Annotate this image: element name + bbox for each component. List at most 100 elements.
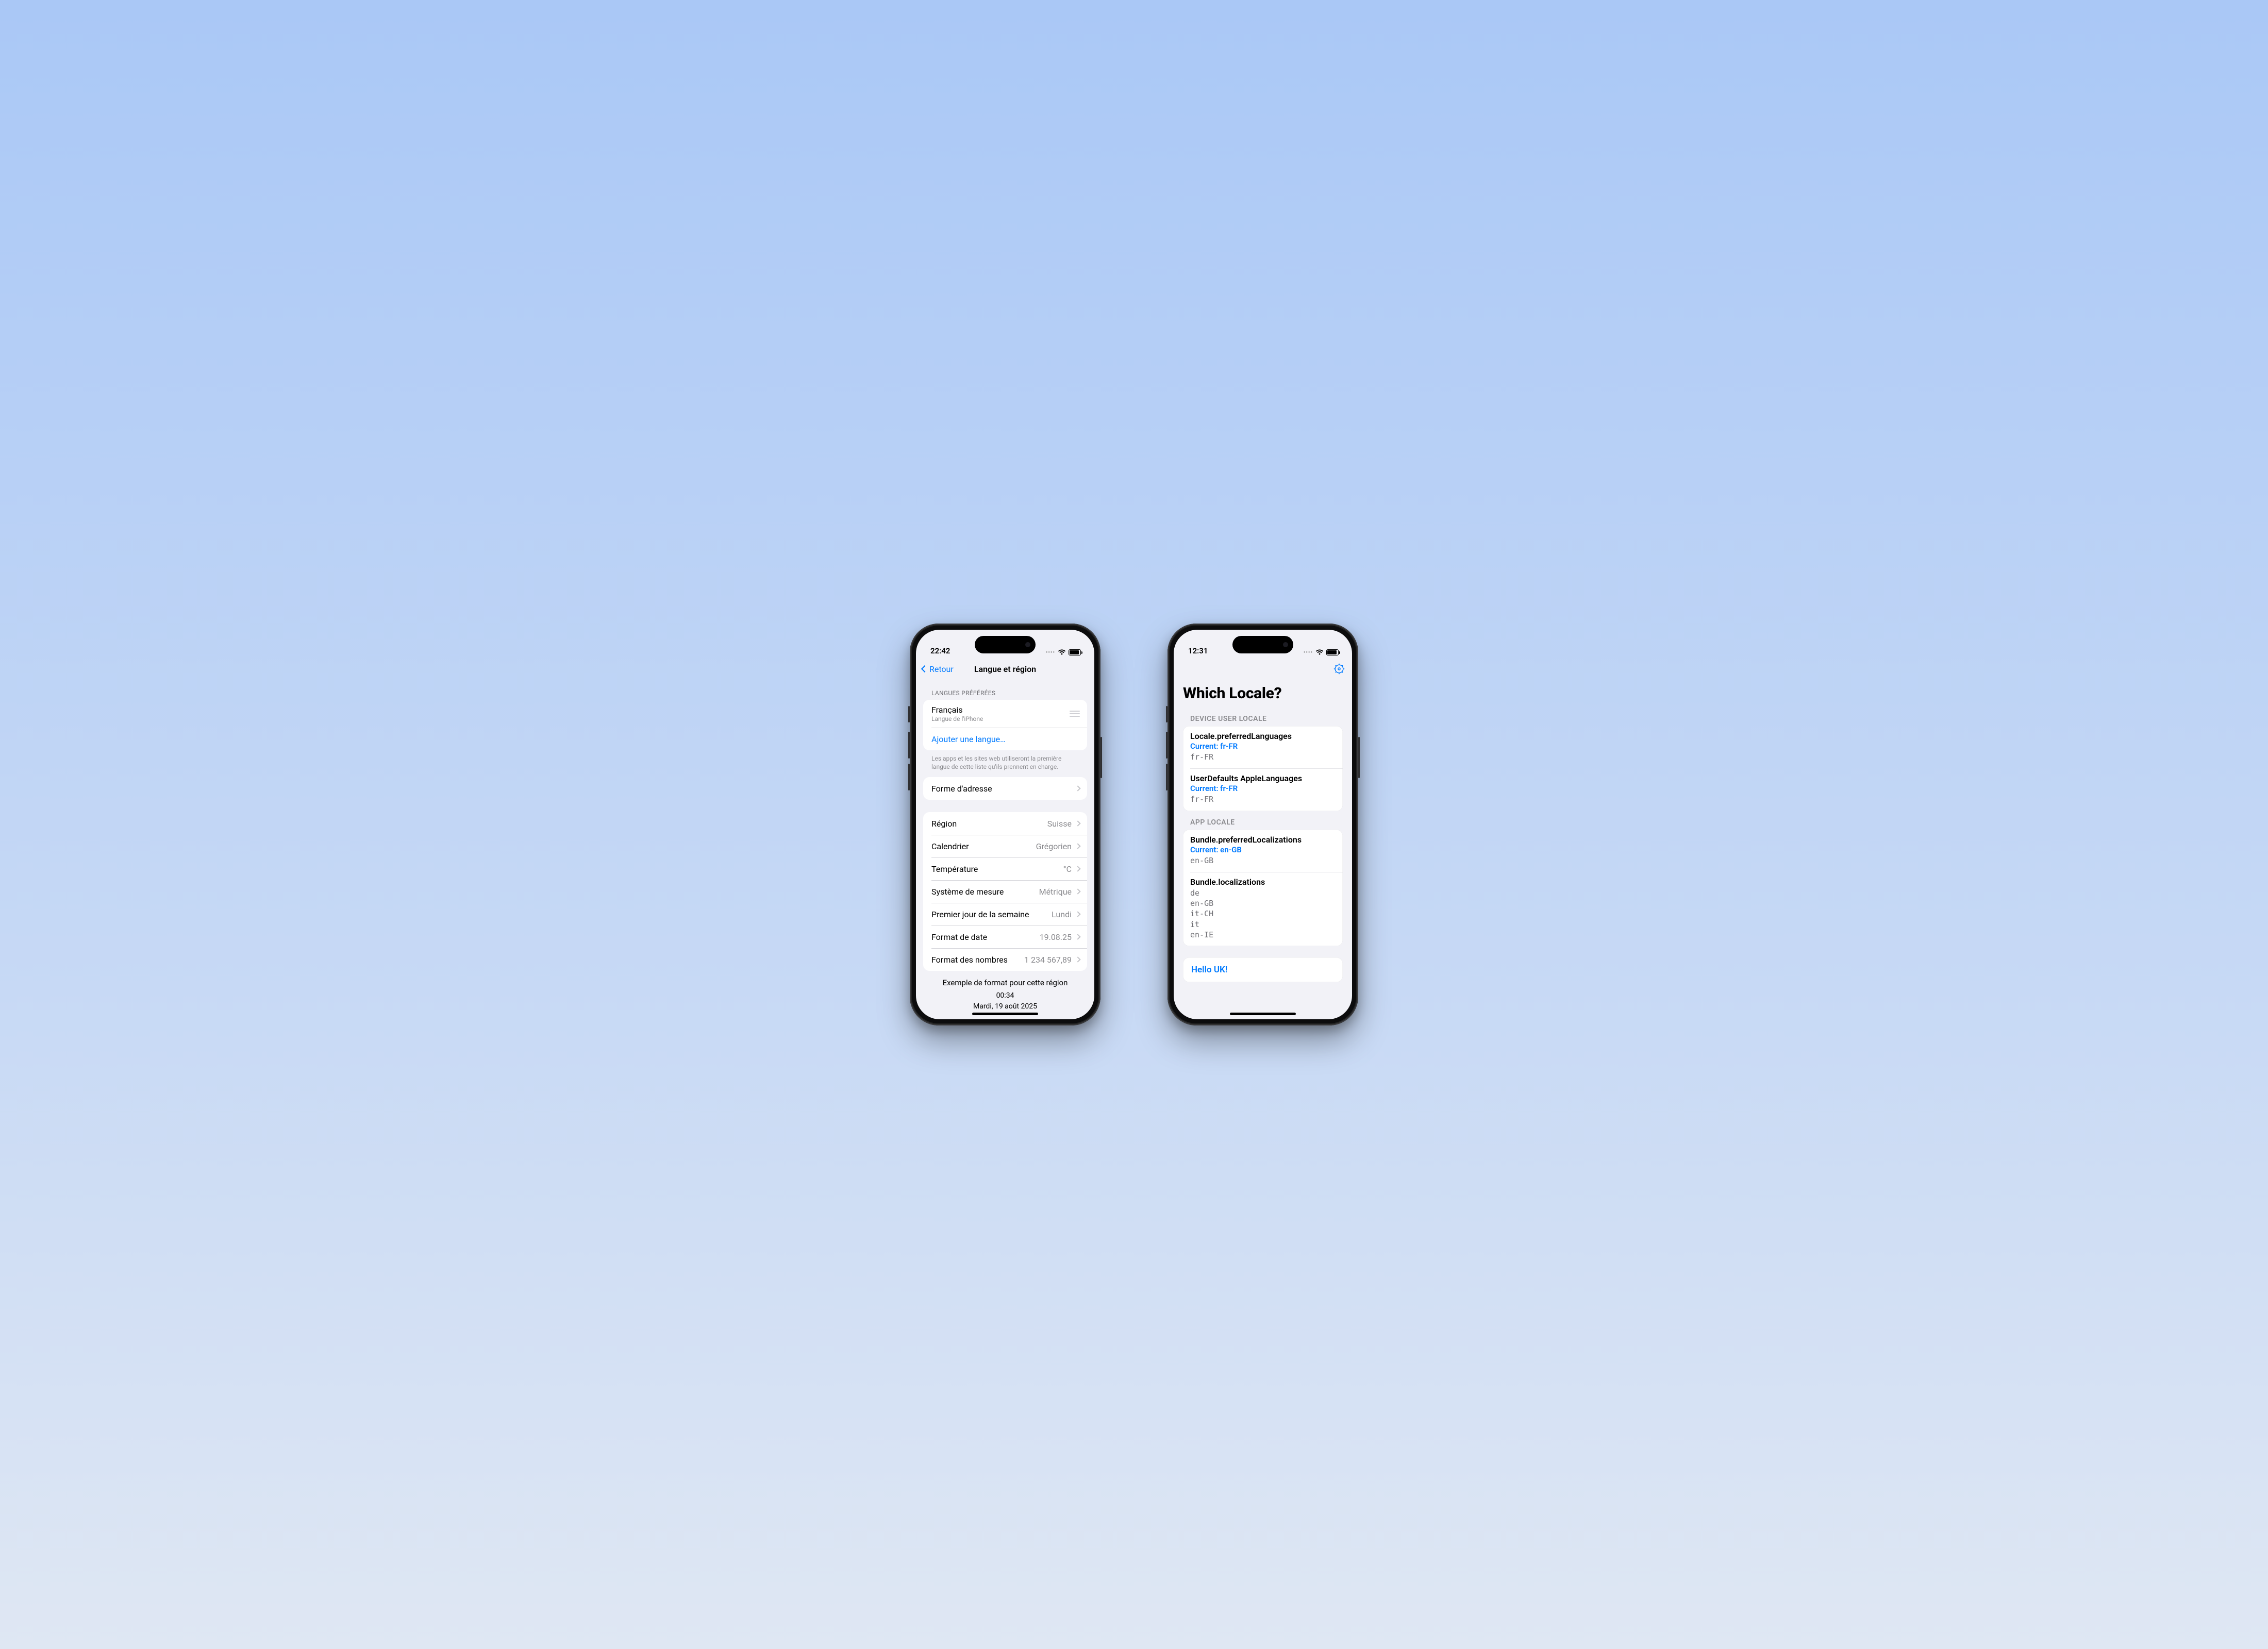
drag-handle-icon[interactable] [1070, 711, 1080, 717]
status-right: •••• [1046, 649, 1081, 655]
temperature-row[interactable]: Température °C [923, 857, 1087, 880]
add-language-row[interactable]: Ajouter une langue… [923, 728, 1087, 750]
measure-row[interactable]: Système de mesure Métrique [923, 880, 1087, 903]
preferred-languages-header: LANGUES PRÉFÉRÉES [923, 680, 1087, 700]
temperature-value: °C [1063, 864, 1072, 874]
address-form-label: Forme d'adresse [931, 784, 992, 794]
chevron-right-icon [1075, 821, 1080, 827]
chevron-right-icon [1075, 844, 1080, 849]
number-format-row[interactable]: Format des nombres 1 234 567,89 [923, 948, 1087, 971]
wifi-icon [1058, 649, 1066, 655]
region-label: Région [931, 819, 957, 829]
measure-label: Système de mesure [931, 887, 1004, 897]
chevron-right-icon [1075, 786, 1080, 792]
calendar-row[interactable]: Calendrier Grégorien [923, 835, 1087, 857]
nav-bar [1174, 658, 1352, 680]
back-label: Retour [929, 664, 954, 674]
screen-settings: 22:42 •••• Retour Langue et région LANGU… [916, 630, 1094, 1019]
chevron-right-icon [1075, 912, 1080, 917]
region-row[interactable]: Région Suisse [923, 812, 1087, 835]
phone-right: 12:31 •••• [1168, 624, 1358, 1025]
home-indicator[interactable] [1230, 1013, 1296, 1015]
example-title: Exemple de format pour cette région [927, 977, 1083, 989]
item-values: de en-GB it-CH it en-IE [1190, 888, 1336, 940]
status-time: 22:42 [930, 646, 950, 655]
preferred-languages-item: Locale.preferredLanguages Current: fr-FR… [1183, 726, 1343, 768]
region-settings-group: Région Suisse Calendrier Grégorien Tempé… [923, 812, 1087, 971]
number-format-label: Format des nombres [931, 955, 1008, 965]
calendar-value: Grégorien [1036, 842, 1072, 851]
first-day-row[interactable]: Premier jour de la semaine Lundi [923, 903, 1087, 926]
settings-content[interactable]: LANGUES PRÉFÉRÉES Français Langue de l'i… [916, 680, 1094, 1009]
back-button[interactable]: Retour [922, 664, 954, 674]
chevron-right-icon [1075, 866, 1080, 872]
language-row[interactable]: Français Langue de l'iPhone [923, 700, 1087, 728]
item-title: Locale.preferredLanguages [1190, 731, 1336, 741]
date-format-value: 19.08.25 [1040, 932, 1072, 942]
cellular-icon: •••• [1046, 650, 1055, 655]
item-title: UserDefaults AppleLanguages [1190, 773, 1336, 783]
first-day-value: Lundi [1052, 910, 1072, 919]
address-form-row[interactable]: Forme d'adresse [923, 777, 1087, 800]
volume-up-button [908, 732, 910, 759]
device-locale-card: Locale.preferredLanguages Current: fr-FR… [1183, 726, 1343, 811]
calendar-label: Calendrier [931, 842, 969, 851]
hello-label: Hello UK! [1183, 957, 1343, 982]
gear-icon [1333, 663, 1345, 675]
chevron-right-icon [1075, 934, 1080, 940]
dynamic-island [975, 636, 1036, 653]
item-current: Current: fr-FR [1190, 742, 1336, 751]
app-locale-header: APP LOCALE [1183, 811, 1343, 830]
date-format-label: Format de date [931, 932, 987, 942]
address-form-group: Forme d'adresse [923, 777, 1087, 800]
battery-icon [1069, 649, 1081, 655]
example-time: 00:34 [927, 990, 1083, 1001]
battery-icon [1326, 649, 1339, 655]
volume-down-button [908, 764, 910, 790]
chevron-right-icon [1075, 889, 1080, 895]
item-title: Bundle.localizations [1190, 877, 1336, 887]
region-format-example: Exemple de format pour cette région 00:3… [923, 971, 1087, 1009]
settings-button[interactable] [1333, 663, 1345, 675]
item-current: Current: en-GB [1190, 845, 1336, 854]
volume-down-button [1166, 764, 1168, 790]
date-format-row[interactable]: Format de date 19.08.25 [923, 926, 1087, 948]
number-format-value: 1 234 567,89 [1024, 955, 1072, 965]
preferred-languages-group: Français Langue de l'iPhone Ajouter une … [923, 700, 1087, 750]
device-locale-header: DEVICE USER LOCALE [1183, 708, 1343, 726]
item-current: Current: fr-FR [1190, 784, 1336, 793]
item-values: fr-FR [1190, 794, 1336, 804]
page-title: Which Locale? [1183, 680, 1343, 708]
chevron-right-icon [1075, 957, 1080, 963]
example-date: Mardi, 19 août 2025 [927, 1001, 1083, 1009]
dynamic-island [1232, 636, 1293, 653]
volume-up-button [1166, 732, 1168, 759]
mute-switch [1166, 706, 1168, 722]
nav-bar: Retour Langue et région [916, 658, 1094, 680]
preferred-languages-footer: Les apps et les sites web utiliseront la… [923, 750, 1087, 773]
cellular-icon: •••• [1304, 650, 1313, 655]
wifi-icon [1315, 649, 1324, 655]
item-title: Bundle.preferredLocalizations [1190, 835, 1336, 845]
measure-value: Métrique [1039, 887, 1072, 897]
temperature-label: Température [931, 864, 978, 874]
phone-left: 22:42 •••• Retour Langue et région LANGU… [910, 624, 1100, 1025]
add-language-label: Ajouter une langue… [931, 734, 1006, 744]
app-locale-card: Bundle.preferredLocalizations Current: e… [1183, 830, 1343, 947]
language-subtitle: Langue de l'iPhone [931, 715, 983, 722]
screen-app: 12:31 •••• [1174, 630, 1352, 1019]
power-button [1358, 737, 1360, 778]
item-values: fr-FR [1190, 752, 1336, 762]
home-indicator[interactable] [972, 1013, 1038, 1015]
status-right: •••• [1304, 649, 1339, 655]
power-button [1100, 737, 1102, 778]
chevron-left-icon [921, 665, 928, 672]
app-content[interactable]: Which Locale? DEVICE USER LOCALE Locale.… [1174, 680, 1352, 1009]
mute-switch [908, 706, 910, 722]
item-values: en-GB [1190, 855, 1336, 866]
bundle-localizations-item: Bundle.localizations de en-GB it-CH it e… [1183, 872, 1343, 946]
hello-card[interactable]: Hello UK! [1183, 957, 1343, 982]
apple-languages-item: UserDefaults AppleLanguages Current: fr-… [1183, 768, 1343, 811]
language-name: Français [931, 705, 983, 715]
preferred-localizations-item: Bundle.preferredLocalizations Current: e… [1183, 830, 1343, 872]
